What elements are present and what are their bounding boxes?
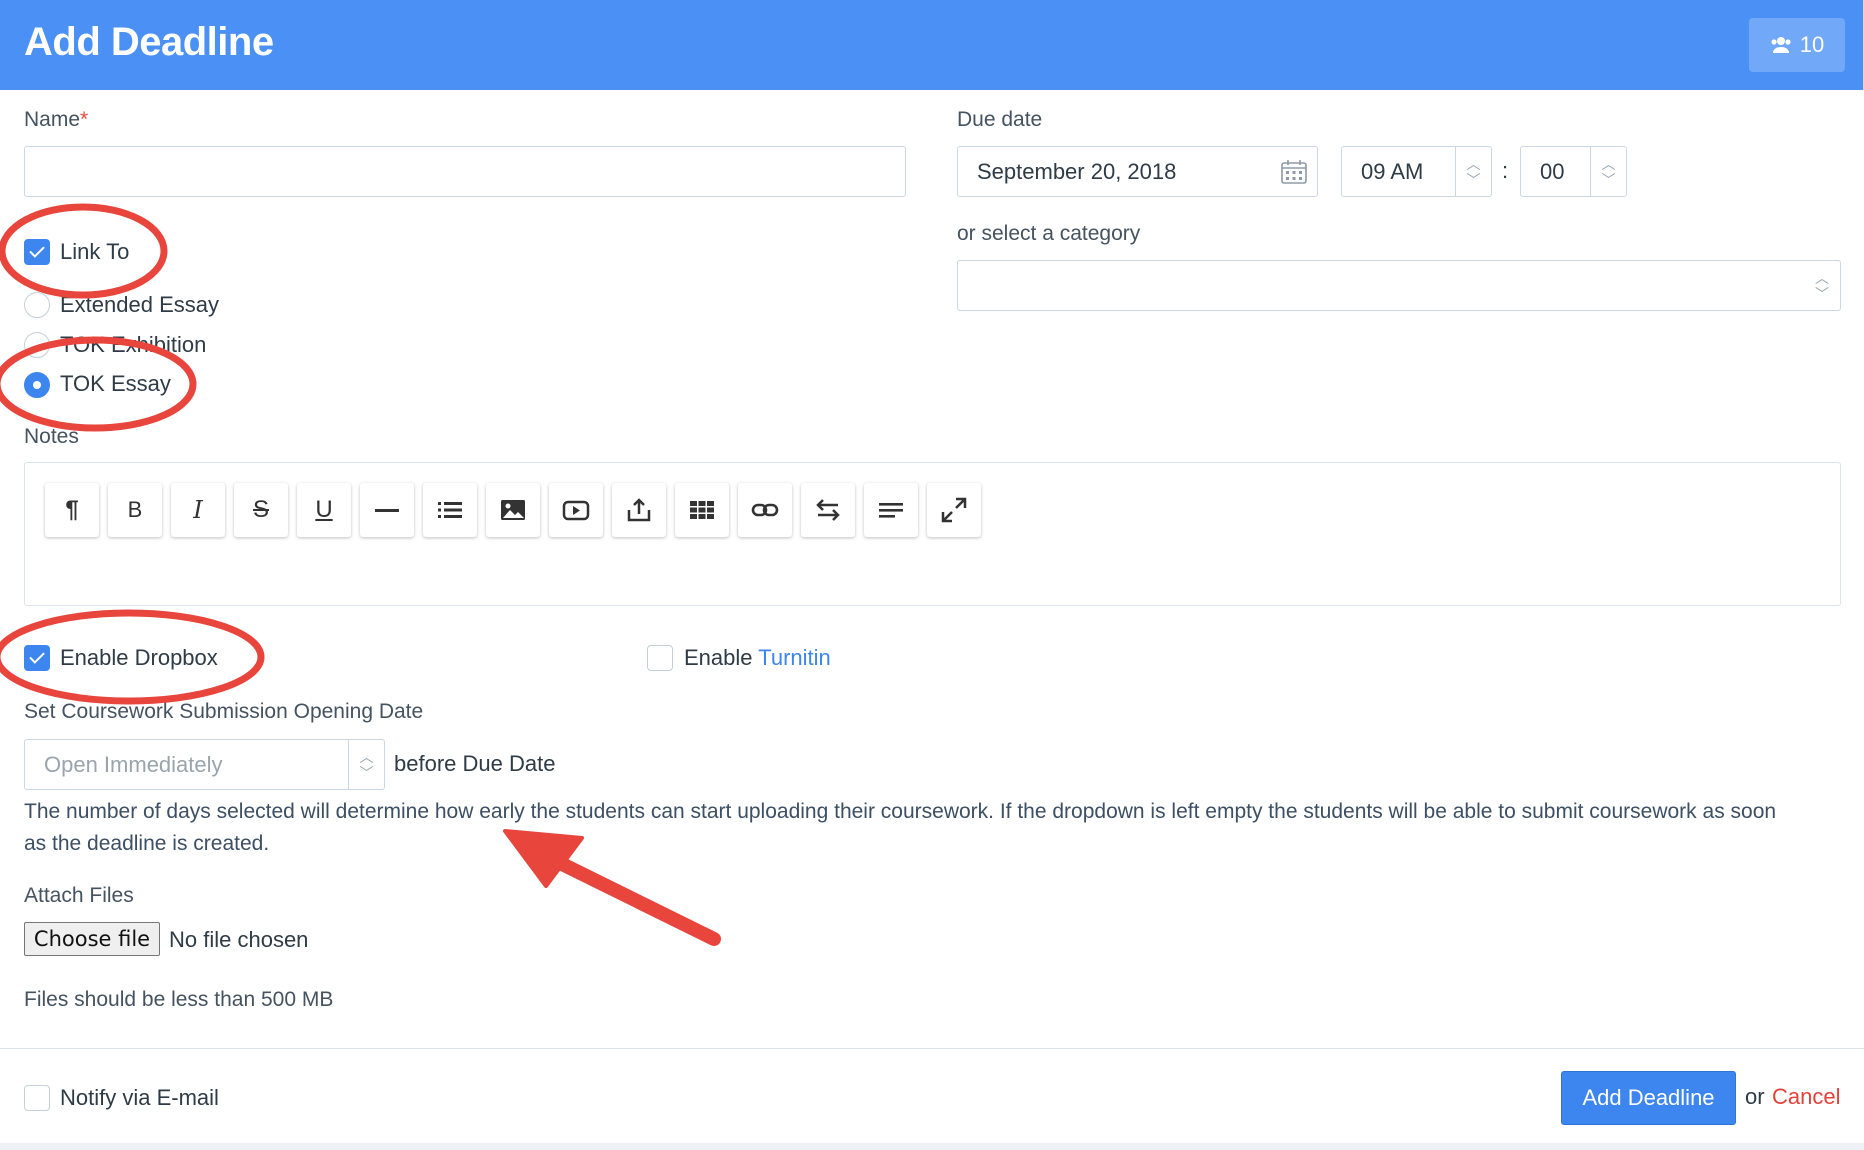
strikethrough-icon: S [252,496,269,523]
chevron-up-icon: ︿ [1601,155,1616,172]
radio-tok-exhibition[interactable] [24,332,50,358]
option-tok-essay: TOK Essay [60,371,171,396]
direction-icon [816,499,840,521]
minute-select[interactable]: 00 ︿ ﹀ [1520,146,1627,197]
image-button[interactable] [486,483,540,537]
bold-button[interactable]: B [108,483,162,537]
direction-button[interactable] [801,483,855,537]
members-count: 10 [1799,32,1825,57]
members-button[interactable]: 10 [1749,18,1845,72]
time-separator: : [1502,158,1509,183]
page-header: Add Deadline 10 [0,0,1864,90]
chevron-down-icon: ﹀ [359,764,374,781]
underline-icon: U [315,496,333,523]
enable-dropbox-checkbox[interactable] [24,645,50,671]
radio-tok-essay[interactable] [24,372,50,398]
opening-date-help: The number of days selected will determi… [24,800,1777,855]
chevron-down-icon: ﹀ [1601,171,1616,188]
before-due-date-text: before Due Date [394,751,556,776]
chevron-down-icon: ﹀ [1815,285,1829,302]
due-date-input[interactable]: September 20, 2018 [957,146,1318,197]
enable-dropbox-label: Enable Dropbox [60,645,218,670]
upload-button[interactable] [612,483,666,537]
calendar-icon[interactable] [1280,159,1308,185]
table-button[interactable] [675,483,729,537]
choose-file-button[interactable]: Choose file [24,922,160,956]
chevron-up-icon: ︿ [1466,155,1481,172]
link-to-label: Link To [60,239,130,264]
link-icon [751,503,779,517]
footer-divider [0,1143,1864,1150]
opening-date-placeholder: Open Immediately [44,751,223,777]
italic-icon: I [193,496,203,524]
due-date-label: Due date [957,108,1043,131]
horizontal-rule-button[interactable] [360,483,414,537]
notes-label: Notes [24,425,79,448]
category-label: or select a category [957,222,1141,245]
minute-spinner[interactable]: ︿ ﹀ [1590,147,1626,196]
file-size-hint: Files should be less than 500 MB [24,988,334,1011]
table-icon [690,501,714,519]
add-deadline-button[interactable]: Add Deadline [1561,1071,1736,1125]
bullet-list-icon [438,502,462,518]
category-select[interactable]: ︿ ﹀ [957,260,1841,311]
cancel-link[interactable]: Cancel [1772,1084,1840,1110]
hour-select[interactable]: 09 AM ︿ ﹀ [1341,146,1492,197]
link-to-checkbox[interactable] [24,239,50,265]
paragraph-button[interactable]: ¶ [45,483,99,537]
users-icon [1771,37,1791,53]
hour-value: 09 AM [1361,158,1424,184]
option-tok-exhibition: TOK Exhibition [60,332,207,357]
image-icon [501,500,525,520]
due-date-value: September 20, 2018 [977,158,1177,184]
italic-button[interactable]: I [171,483,225,537]
turnitin-link[interactable]: Turnitin [758,645,831,670]
fullscreen-button[interactable] [927,483,981,537]
or-text: or [1745,1084,1765,1109]
align-icon [879,503,903,518]
notes-editor[interactable]: ¶ B I S U [24,462,1841,606]
attach-files-label: Attach Files [24,884,134,907]
option-extended-essay: Extended Essay [60,292,219,317]
enable-turnitin-checkbox[interactable] [647,645,673,671]
fullscreen-icon [941,497,967,523]
opening-date-select[interactable]: Open Immediately ︿ ﹀ [24,739,385,790]
minute-value: 00 [1540,158,1565,184]
video-button[interactable] [549,483,603,537]
notify-email-checkbox[interactable] [24,1085,50,1111]
horizontal-rule-icon [375,509,399,512]
file-status: No file chosen [169,927,309,952]
opening-date-label: Set Coursework Submission Opening Date [24,700,424,723]
category-spinner[interactable]: ︿ ﹀ [1804,261,1840,310]
notify-email-label: Notify via E-mail [60,1085,219,1110]
underline-button[interactable]: U [297,483,351,537]
link-button[interactable] [738,483,792,537]
bullet-list-button[interactable] [423,483,477,537]
name-label: Name* [24,108,89,131]
name-input[interactable] [24,146,906,197]
chevron-up-icon: ︿ [1815,269,1829,286]
radio-extended-essay[interactable] [24,292,50,318]
chevron-up-icon: ︿ [359,748,374,765]
hour-spinner[interactable]: ︿ ﹀ [1455,147,1491,196]
required-mark: * [80,108,89,131]
upload-icon [627,498,651,522]
opening-date-spinner[interactable]: ︿ ﹀ [348,740,384,789]
chevron-down-icon: ﹀ [1466,171,1481,188]
page-title: Add Deadline [24,20,274,64]
video-icon [562,500,590,521]
paragraph-icon: ¶ [65,496,79,523]
enable-turnitin-label: Enable Turnitin [684,645,831,670]
bold-icon: B [127,497,143,522]
align-button[interactable] [864,483,918,537]
strikethrough-button[interactable]: S [234,483,288,537]
